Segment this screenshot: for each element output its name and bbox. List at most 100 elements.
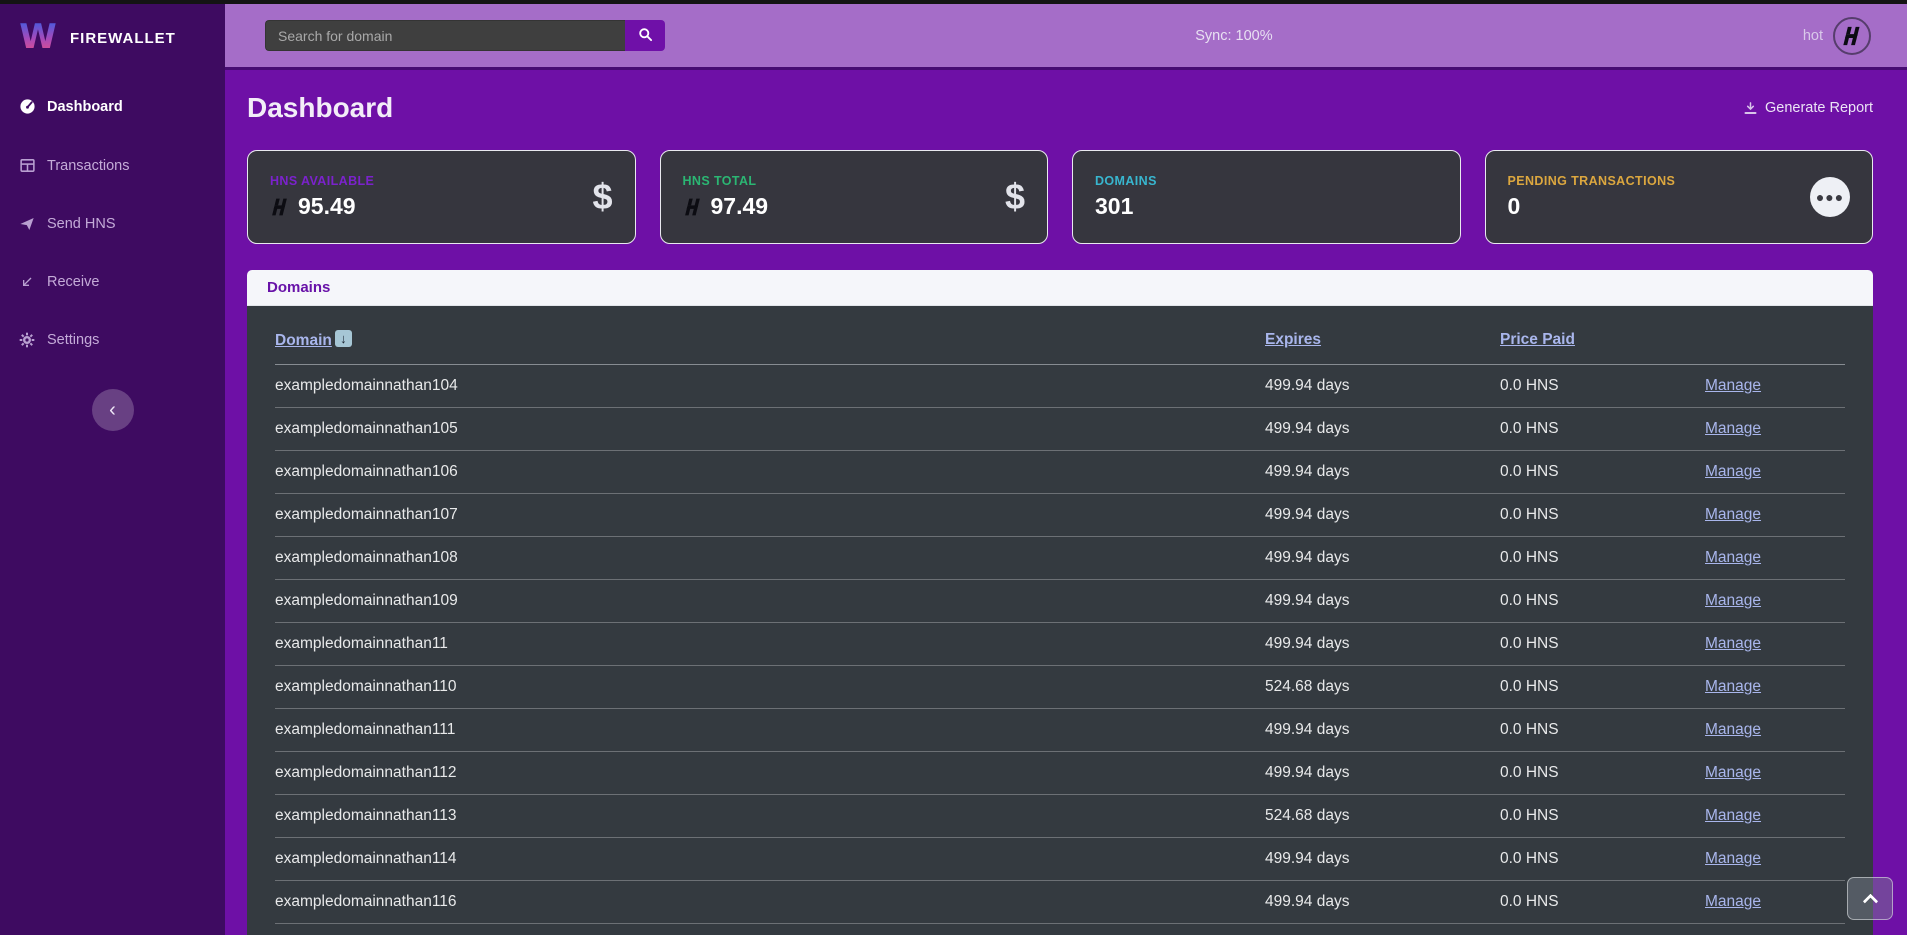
domain-cell: exampledomainnathan117: [275, 924, 1265, 935]
hns-logo-icon: [1841, 25, 1863, 47]
table-row: exampledomainnathan113 524.68 days 0.0 H…: [275, 795, 1845, 838]
sidebar-item-label: Receive: [47, 274, 99, 290]
price-cell: 0.0 HNS: [1500, 408, 1705, 451]
stat-card-hns-available: HNS AVAILABLE 95.49 $: [247, 150, 636, 244]
price-cell: 0.0 HNS: [1500, 537, 1705, 580]
sidebar-item-label: Settings: [47, 332, 99, 348]
sidebar-item-send-hns[interactable]: Send HNS: [0, 201, 225, 247]
stat-label: HNS AVAILABLE: [270, 174, 374, 188]
table-row: exampledomainnathan112 499.94 days 0.0 H…: [275, 752, 1845, 795]
expires-cell: 499.94 days: [1265, 365, 1500, 408]
domain-cell: exampledomainnathan106: [275, 451, 1265, 494]
manage-link[interactable]: Manage: [1705, 678, 1761, 695]
sort-by-price[interactable]: Price Paid: [1500, 331, 1575, 348]
price-cell: 0.0 HNS: [1500, 623, 1705, 666]
table-row: exampledomainnathan104 499.94 days 0.0 H…: [275, 365, 1845, 408]
sidebar-item-label: Send HNS: [47, 216, 116, 232]
manage-link[interactable]: Manage: [1705, 420, 1761, 437]
generate-report-button[interactable]: Generate Report: [1743, 100, 1873, 116]
generate-report-label: Generate Report: [1765, 100, 1873, 116]
search-input[interactable]: [265, 20, 625, 51]
expires-cell: 499.94 days: [1265, 752, 1500, 795]
price-cell: 0.0 HNS: [1500, 838, 1705, 881]
table-row: exampledomainnathan106 499.94 days 0.0 H…: [275, 451, 1845, 494]
stat-value: 0: [1508, 193, 1521, 220]
stat-label: DOMAINS: [1095, 174, 1157, 188]
manage-link[interactable]: Manage: [1705, 592, 1761, 609]
price-cell: 0.0 HNS: [1500, 752, 1705, 795]
stat-value: 95.49: [298, 193, 356, 220]
hns-logo-badge[interactable]: [1833, 17, 1871, 55]
expires-cell: 499.94 days: [1265, 408, 1500, 451]
expires-cell: 499.94 days: [1265, 709, 1500, 752]
stat-value: 301: [1095, 193, 1133, 220]
price-cell: 0.0 HNS: [1500, 795, 1705, 838]
sync-status: Sync: 100%: [665, 28, 1803, 44]
sort-by-expires[interactable]: Expires: [1265, 331, 1321, 348]
stat-card-hns-total: HNS TOTAL 97.49 $: [660, 150, 1049, 244]
sidebar-item-label: Transactions: [47, 158, 129, 174]
sidebar-item-settings[interactable]: Settings: [0, 317, 225, 363]
price-cell: 0.0 HNS: [1500, 709, 1705, 752]
paper-plane-icon: [18, 216, 36, 232]
table-header-row: Domain↓ Expires Price Paid: [275, 306, 1845, 365]
table-row: exampledomainnathan108 499.94 days 0.0 H…: [275, 537, 1845, 580]
domain-cell: exampledomainnathan116: [275, 881, 1265, 924]
stat-card-pending-transactions: PENDING TRANSACTIONS 0 ●●●: [1485, 150, 1874, 244]
search-group: [265, 20, 665, 51]
domain-cell: exampledomainnathan108: [275, 537, 1265, 580]
table-row: exampledomainnathan11 499.94 days 0.0 HN…: [275, 623, 1845, 666]
table-row: exampledomainnathan116 499.94 days 0.0 H…: [275, 881, 1845, 924]
expires-cell: 524.68 days: [1265, 666, 1500, 709]
sidebar-item-transactions[interactable]: Transactions: [0, 142, 225, 189]
sort-down-icon: ↓: [335, 330, 352, 347]
domains-table: Domain↓ Expires Price Paid exampledomain…: [275, 306, 1845, 935]
svg-text:W: W: [19, 17, 57, 56]
dashboard-content: Dashboard Generate Report HNS AVAILABLE: [225, 70, 1907, 935]
table-row: exampledomainnathan109 499.94 days 0.0 H…: [275, 580, 1845, 623]
domain-cell: exampledomainnathan11: [275, 623, 1265, 666]
manage-link[interactable]: Manage: [1705, 635, 1761, 652]
expires-cell: 499.94 days: [1265, 623, 1500, 666]
expires-cell: 499.94 days: [1265, 537, 1500, 580]
wallet-name: hot: [1803, 28, 1823, 44]
stat-cards: HNS AVAILABLE 95.49 $ H: [247, 150, 1873, 244]
window-top-edge: [0, 0, 1907, 4]
scroll-to-top-button[interactable]: [1847, 877, 1893, 920]
domain-cell: exampledomainnathan112: [275, 752, 1265, 795]
table-row: exampledomainnathan105 499.94 days 0.0 H…: [275, 408, 1845, 451]
manage-link[interactable]: Manage: [1705, 807, 1761, 824]
manage-link[interactable]: Manage: [1705, 764, 1761, 781]
expires-cell: 499.94 days: [1265, 924, 1500, 935]
manage-link[interactable]: Manage: [1705, 549, 1761, 566]
page-title: Dashboard: [247, 92, 393, 124]
expires-cell: 499.94 days: [1265, 881, 1500, 924]
manage-link[interactable]: Manage: [1705, 850, 1761, 867]
sidebar-collapse-button[interactable]: ‹: [92, 389, 134, 431]
domain-cell: exampledomainnathan105: [275, 408, 1265, 451]
manage-link[interactable]: Manage: [1705, 463, 1761, 480]
manage-link[interactable]: Manage: [1705, 893, 1761, 910]
stat-label: HNS TOTAL: [683, 174, 769, 188]
price-cell: 0.0 HNS: [1500, 365, 1705, 408]
manage-link[interactable]: Manage: [1705, 506, 1761, 523]
expires-cell: 499.94 days: [1265, 580, 1500, 623]
download-icon: [1743, 101, 1758, 116]
search-button[interactable]: [625, 20, 665, 51]
brand-name: FIREWALLET: [70, 30, 176, 47]
manage-link[interactable]: Manage: [1705, 721, 1761, 738]
sort-by-domain[interactable]: Domain: [275, 332, 332, 349]
chevron-up-icon: [1862, 894, 1878, 910]
manage-link[interactable]: Manage: [1705, 377, 1761, 394]
domain-cell: exampledomainnathan104: [275, 365, 1265, 408]
gear-icon: [18, 332, 36, 348]
wallet-indicator: hot: [1803, 17, 1871, 55]
brand[interactable]: W FIREWALLET: [0, 4, 225, 71]
price-cell: 0.0 HNS: [1500, 881, 1705, 924]
sidebar-item-receive[interactable]: Receive: [0, 259, 225, 305]
sidebar-item-dashboard[interactable]: Dashboard: [0, 83, 225, 130]
domain-cell: exampledomainnathan107: [275, 494, 1265, 537]
domain-cell: exampledomainnathan110: [275, 666, 1265, 709]
hns-coin-icon: [683, 197, 703, 217]
ellipsis-icon[interactable]: ●●●: [1810, 177, 1850, 217]
